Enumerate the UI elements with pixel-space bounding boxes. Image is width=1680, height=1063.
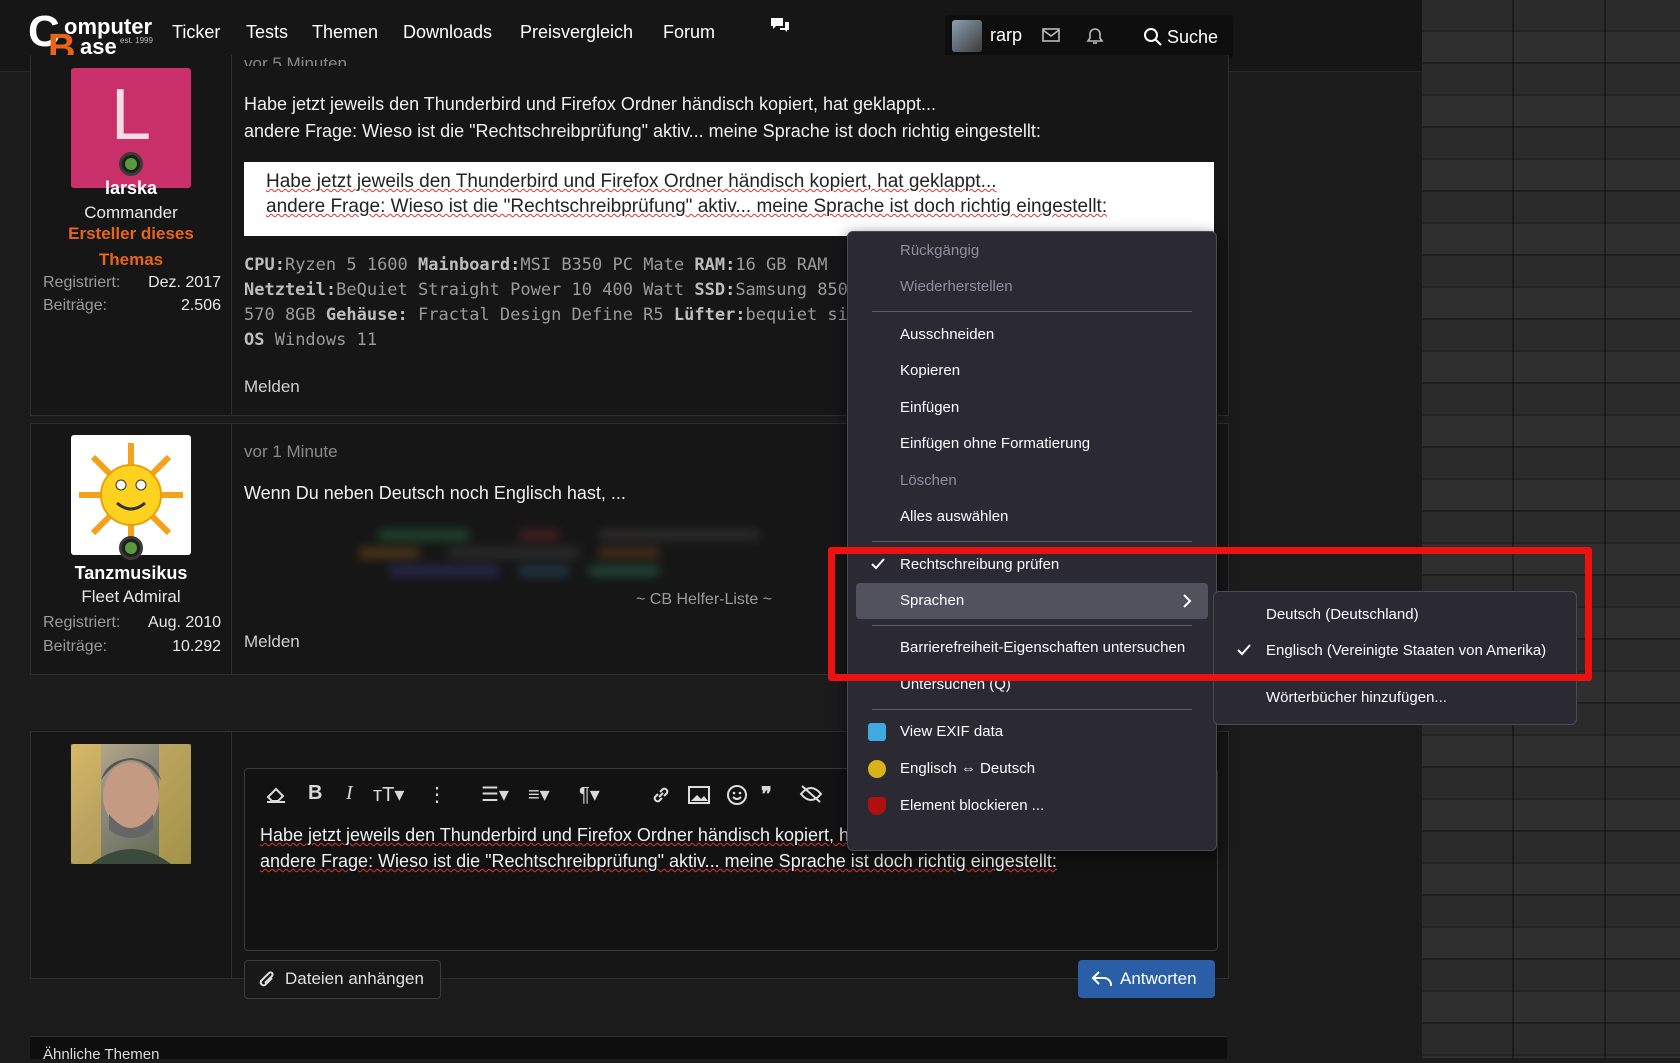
- menu-paste[interactable]: Einfügen: [848, 390, 1216, 426]
- hide-content-icon[interactable]: [799, 784, 823, 804]
- menu-undo[interactable]: Rückgängig: [848, 233, 1216, 269]
- chat-bubbles-icon: [771, 18, 789, 32]
- registered-stat: Registriert: Aug. 2010: [43, 614, 221, 631]
- online-status-icon: [119, 536, 143, 560]
- signature: CPU:Ryzen 5 1600 Mainboard:MSI B350 PC M…: [244, 255, 910, 350]
- more-options-icon[interactable]: ⋮: [427, 782, 447, 807]
- report-link[interactable]: Melden: [244, 632, 300, 652]
- report-link[interactable]: Melden: [244, 377, 300, 397]
- nav-ticker[interactable]: Ticker: [172, 22, 220, 43]
- menu-exif[interactable]: View EXIF data: [848, 714, 1216, 750]
- nav-themen[interactable]: Themen: [312, 22, 378, 43]
- menu-separator: [872, 311, 1192, 312]
- menu-delete[interactable]: Löschen: [848, 463, 1216, 499]
- text-size-icon[interactable]: тT▾: [373, 782, 404, 807]
- menu-cut[interactable]: Ausschneiden: [848, 317, 1216, 353]
- portrait-icon: [71, 744, 191, 864]
- menu-select-all[interactable]: Alles auswählen: [848, 499, 1216, 535]
- paperclip-icon: [259, 971, 274, 987]
- user-rank: Commander: [84, 203, 178, 222]
- search-icon: [1144, 28, 1162, 46]
- menu-block-element[interactable]: Element blockieren ...: [848, 788, 1216, 824]
- menu-separator: [872, 541, 1192, 542]
- camera-icon: [868, 723, 886, 741]
- reply-author-sidebar: [31, 732, 232, 978]
- eraser-icon[interactable]: [265, 785, 287, 803]
- posts-stat: Beiträge: 2.506: [43, 297, 221, 314]
- online-status-icon: [119, 152, 143, 176]
- menu-redo[interactable]: Wiederherstellen: [848, 269, 1216, 305]
- registered-stat: Registriert: Dez. 2017: [43, 274, 221, 291]
- post-author-sidebar: L larska Commander Ersteller dieses Them…: [31, 55, 232, 415]
- attached-screenshot: Habe jetzt jeweils den Thunderbird und F…: [244, 162, 1214, 236]
- username-label[interactable]: rarp: [990, 25, 1022, 46]
- menu-translate[interactable]: Englisch ⇔ Deutsch: [848, 751, 1216, 787]
- mail-icon[interactable]: [1042, 28, 1060, 42]
- context-menu: Rückgängig Wiederherstellen Ausschneiden…: [847, 231, 1217, 851]
- menu-copy[interactable]: Kopieren: [848, 353, 1216, 389]
- attach-files-button[interactable]: Dateien anhängen: [244, 960, 441, 999]
- italic-icon[interactable]: I: [346, 782, 353, 805]
- nav-downloads[interactable]: Downloads: [403, 22, 492, 43]
- post-message: Wenn Du neben Deutsch noch Englisch hast…: [244, 483, 626, 503]
- search-button[interactable]: Suche: [1133, 15, 1233, 59]
- posts-stat: Beiträge: 10.292: [43, 638, 221, 655]
- post-username[interactable]: larska: [31, 178, 231, 199]
- red-highlight-annotation: [828, 547, 1592, 681]
- post-message: Habe jetzt jeweils den Thunderbird und F…: [244, 94, 1041, 141]
- page-background-texture: [1422, 0, 1680, 1058]
- user-rank: Fleet Admiral: [81, 587, 181, 606]
- blurred-signature: [349, 524, 869, 580]
- helper-list-link[interactable]: ~ CB Helfer-Liste ~: [636, 591, 772, 609]
- nav-tests[interactable]: Tests: [246, 22, 288, 43]
- reply-button[interactable]: Antworten: [1078, 960, 1215, 998]
- bold-icon[interactable]: B: [308, 782, 322, 805]
- quote-icon[interactable]: ❞: [761, 782, 772, 807]
- translator-icon: [868, 760, 886, 778]
- ublock-shield-icon: [868, 797, 886, 815]
- reply-icon: [1091, 971, 1112, 986]
- thread-starter-badge: Ersteller dieses Themas: [68, 224, 194, 269]
- nav-forum[interactable]: Forum: [663, 22, 715, 43]
- similar-threads-block: Ähnliche Themen: [30, 1036, 1227, 1063]
- list-icon[interactable]: ☰▾: [481, 782, 509, 807]
- bell-icon[interactable]: [1086, 27, 1104, 45]
- paragraph-icon[interactable]: ¶▾: [579, 782, 600, 807]
- post-author-sidebar: Tanzmusikus Fleet Admiral Registriert: Au…: [31, 424, 232, 674]
- post-username[interactable]: Tanzmusikus: [31, 563, 231, 584]
- align-icon[interactable]: ≡▾: [528, 782, 550, 807]
- menu-paste-plain[interactable]: Einfügen ohne Formatierung: [848, 426, 1216, 462]
- emoji-icon[interactable]: [726, 784, 748, 806]
- image-icon[interactable]: [688, 786, 710, 804]
- add-dictionaries[interactable]: Wörterbücher hinzufügen...: [1214, 680, 1576, 716]
- post-timestamp[interactable]: vor 1 Minute: [244, 442, 338, 462]
- nav-preisvergleich[interactable]: Preisvergleich: [520, 22, 633, 43]
- menu-separator: [872, 709, 1192, 710]
- user-avatar[interactable]: [952, 20, 982, 52]
- link-icon[interactable]: [650, 784, 672, 806]
- avatar: [71, 744, 191, 864]
- post-timestamp[interactable]: vor 5 Minuten: [244, 54, 347, 66]
